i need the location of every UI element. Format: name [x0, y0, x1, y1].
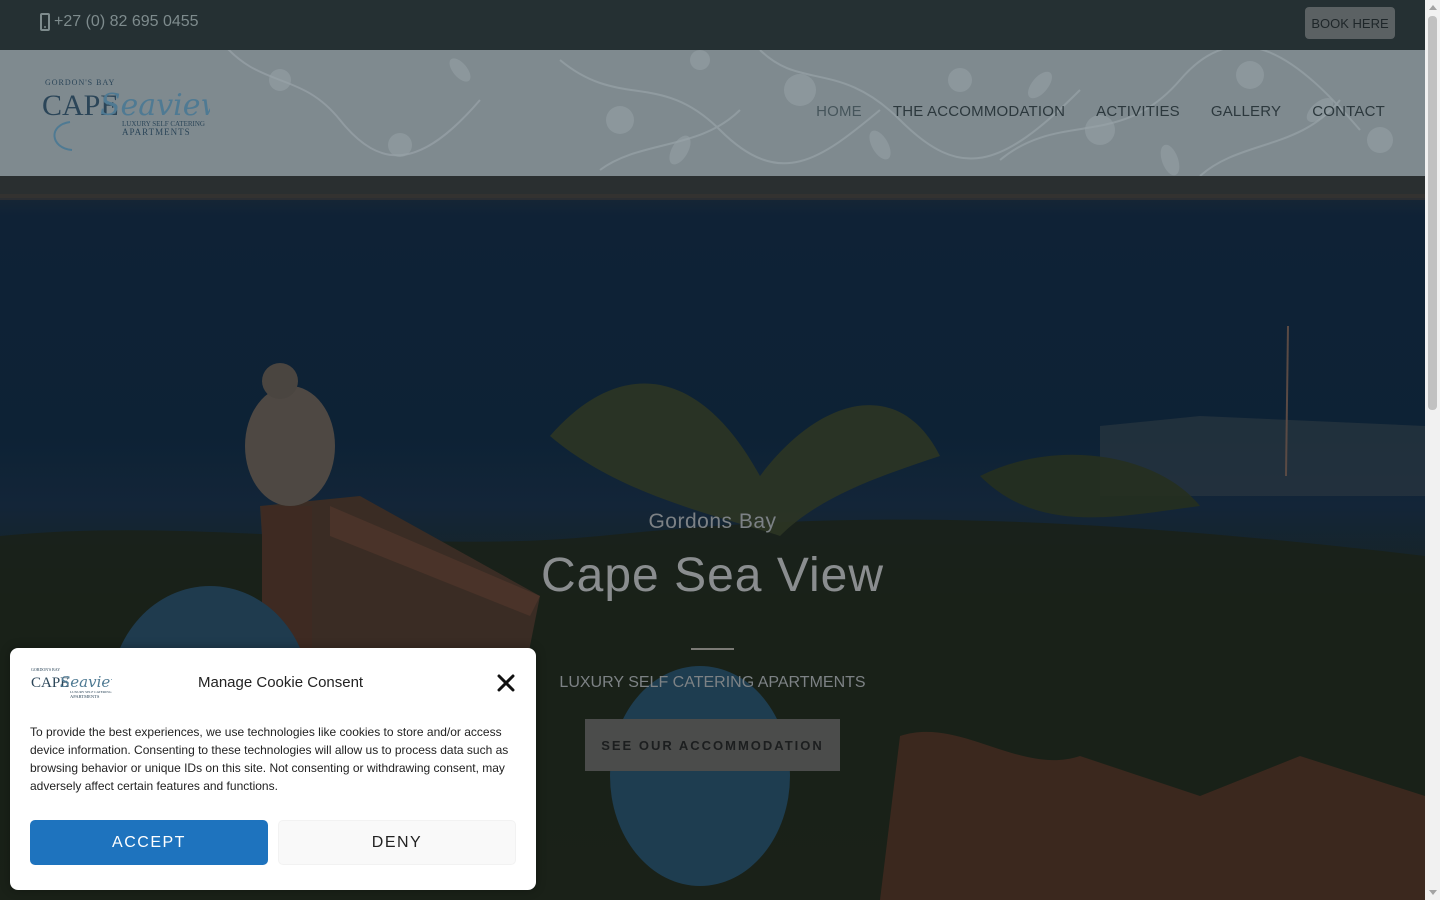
nav-item-gallery[interactable]: GALLERY	[1211, 103, 1281, 120]
svg-text:GORDON'S BAY: GORDON'S BAY	[31, 667, 60, 672]
cookie-consent-dialog: GORDON'S BAY CAPE Seaview LUXURY SELF CA…	[10, 648, 536, 890]
cookie-dialog-title: Manage Cookie Consent	[198, 674, 364, 691]
svg-text:GORDON'S BAY: GORDON'S BAY	[45, 78, 115, 87]
see-accommodation-button[interactable]: SEE OUR ACCOMMODATION	[585, 719, 840, 771]
hero-divider	[691, 648, 734, 650]
scroll-down-arrow-icon[interactable]	[1429, 890, 1437, 895]
cookie-dialog-message: To provide the best experiences, we use …	[30, 725, 509, 793]
mobile-phone-icon	[40, 13, 50, 31]
scroll-up-arrow-icon[interactable]	[1429, 5, 1437, 10]
phone-number: +27 (0) 82 695 0455	[54, 13, 199, 30]
main-nav: HOME THE ACCOMMODATION ACTIVITIES GALLER…	[816, 103, 1385, 120]
site-header: GORDON'S BAY CAPE Seaview LUXURY SELF CA…	[0, 50, 1425, 176]
phone-contact[interactable]: +27 (0) 82 695 0455	[40, 13, 199, 31]
accept-button[interactable]: ACCEPT	[30, 820, 268, 865]
hero-title: Cape Sea View	[541, 549, 884, 602]
close-icon[interactable]	[497, 674, 515, 692]
svg-text:Seaview: Seaview	[100, 88, 210, 123]
nav-item-home[interactable]: HOME	[816, 103, 862, 120]
svg-text:APARTMENTS: APARTMENTS	[122, 127, 191, 137]
cookie-dialog-logo: GORDON'S BAY CAPE Seaview LUXURY SELF CA…	[31, 667, 112, 699]
deny-button[interactable]: DENY	[278, 820, 516, 865]
cape-seaview-logo[interactable]: GORDON'S BAY CAPE Seaview LUXURY SELF CA…	[40, 70, 210, 156]
top-bar: +27 (0) 82 695 0455 BOOK HERE	[0, 0, 1425, 50]
nav-item-accommodation[interactable]: THE ACCOMMODATION	[893, 103, 1065, 120]
scroll-thumb[interactable]	[1428, 16, 1437, 410]
svg-text:Seaview: Seaview	[60, 673, 112, 691]
page-scrollbar[interactable]	[1425, 0, 1440, 900]
nav-item-activities[interactable]: ACTIVITIES	[1096, 103, 1180, 120]
book-here-button[interactable]: BOOK HERE	[1305, 7, 1395, 39]
hero-subtitle: Gordons Bay	[648, 510, 777, 533]
svg-text:APARTMENTS: APARTMENTS	[70, 694, 100, 699]
nav-item-contact[interactable]: CONTACT	[1312, 103, 1385, 120]
